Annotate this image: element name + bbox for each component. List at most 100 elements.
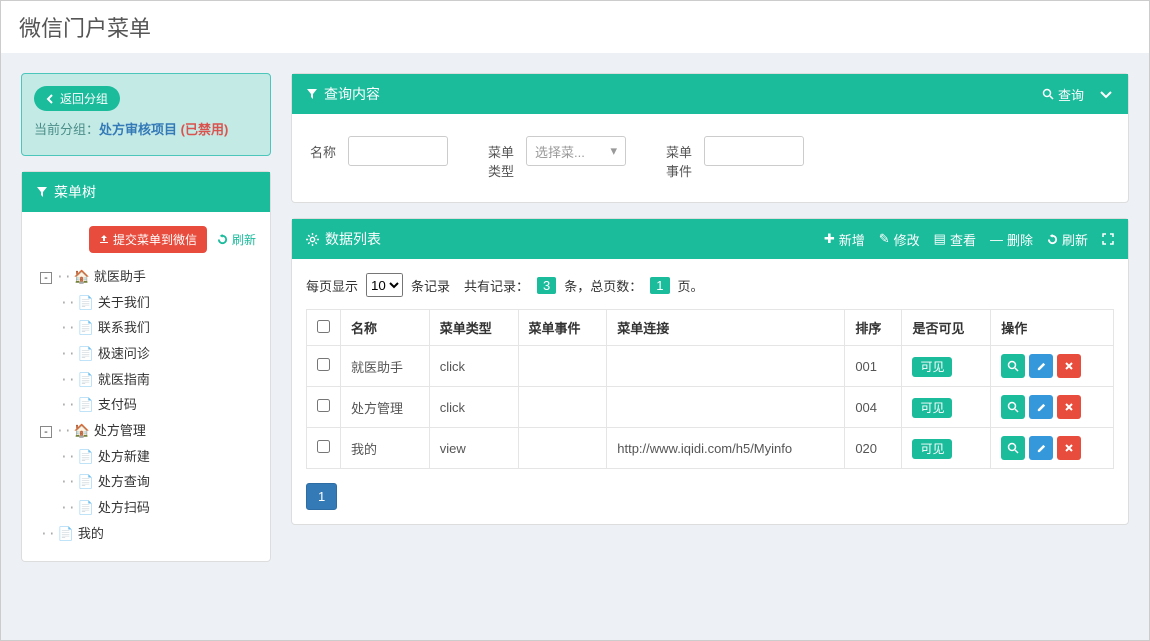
page-1-button[interactable]: 1 [306,483,337,510]
row-view-button[interactable] [1001,354,1025,378]
row-view-button[interactable] [1001,436,1025,460]
add-button[interactable]: ✚新增 [824,230,865,249]
tree-refresh-button[interactable]: 刷新 [217,231,256,248]
cell-name: 就医助手 [341,346,430,387]
arrow-left-icon [46,94,56,104]
query-button[interactable]: 查询 [1042,85,1084,104]
delete-button[interactable]: — 删除 [990,230,1033,249]
menu-tree: -··🏠就医助手··📄关于我们··📄联系我们··📄极速问诊··📄就医指南··📄支… [36,265,256,548]
tree-leaf-label: 关于我们 [98,295,150,310]
tree-node-label: 处方管理 [94,423,146,438]
select-all-checkbox[interactable] [317,320,330,333]
cell-link: http://www.iqidi.com/h5/Myinfo [607,428,845,469]
filter-panel-title: 查询内容 [324,84,380,104]
tree-leaf-label: 处方扫码 [98,500,150,515]
visible-tag: 可见 [912,398,952,418]
tree-leaf[interactable]: ··📄处方扫码 [60,496,256,522]
tree-node[interactable]: -··🏠处方管理··📄处方新建··📄处方查询··📄处方扫码 [40,419,256,522]
minus-icon: — [990,232,1003,247]
tree-leaf-label: 处方新建 [98,449,150,464]
upload-icon [99,234,109,244]
column-header: 菜单连接 [607,310,845,346]
tree-toggle-icon[interactable]: - [40,272,52,284]
file-icon: 📄 [78,449,94,464]
tree-leaf[interactable]: ··📄处方查询 [60,470,256,496]
back-to-group-button[interactable]: 返回分组 [34,86,120,111]
add-label: 新增 [839,230,865,249]
row-checkbox[interactable] [317,399,330,412]
filter-type-label: 菜单 类型 [488,136,514,180]
tree-refresh-label: 刷新 [232,231,256,248]
edit-label: 修改 [894,230,920,249]
list-refresh-button[interactable]: 刷新 [1047,230,1088,249]
row-delete-button[interactable] [1057,395,1081,419]
delete-label: 删除 [1007,230,1033,249]
file-icon: 📄 [78,500,94,515]
row-edit-button[interactable] [1029,354,1053,378]
current-group-label: 当前分组： [34,122,99,137]
row-delete-button[interactable] [1057,436,1081,460]
view-label: 查看 [950,230,976,249]
cell-event [518,346,607,387]
folder-icon: 🏠 [74,423,90,438]
table-row: 就医助手click001可见 [307,346,1114,387]
filter-event-input[interactable] [704,136,804,166]
file-icon: 📄 [78,397,94,412]
total-prefix: 共有记录： [464,276,529,295]
cell-link [607,346,845,387]
row-checkbox[interactable] [317,440,330,453]
expand-icon [1102,233,1114,245]
row-delete-button[interactable] [1057,354,1081,378]
collapse-toggle[interactable] [1098,86,1114,102]
cell-event [518,387,607,428]
tree-leaf[interactable]: ··📄联系我们 [60,316,256,342]
filter-name-label: 名称 [310,136,336,161]
cell-type: view [429,428,518,469]
query-label: 查询 [1058,85,1084,104]
file-icon: 📄 [78,474,94,489]
view-button[interactable]: ▤查看 [934,230,976,249]
cell-name: 处方管理 [341,387,430,428]
tree-node[interactable]: ··📄我的 [40,522,256,548]
tree-leaf[interactable]: ··📄处方新建 [60,445,256,471]
column-header: 菜单事件 [518,310,607,346]
group-disabled-text: (已禁用) [181,122,229,137]
per-page-select[interactable]: 10 [366,273,403,297]
row-view-button[interactable] [1001,395,1025,419]
filter-name-input[interactable] [348,136,448,166]
current-group-name: 处方审核项目 [99,122,177,137]
tree-leaf[interactable]: ··📄就医指南 [60,368,256,394]
table-row: 处方管理click004可见 [307,387,1114,428]
file-icon: 📄 [78,372,94,387]
data-table: 名称菜单类型菜单事件菜单连接排序是否可见操作 就医助手click001可见处方管… [306,309,1114,469]
list-panel: 数据列表 ✚新增 ✎修改 ▤查看 —删除 刷新 [291,218,1129,525]
submit-to-wechat-button[interactable]: 提交菜单到微信 [89,226,207,253]
tree-node[interactable]: -··🏠就医助手··📄关于我们··📄联系我们··📄极速问诊··📄就医指南··📄支… [40,265,256,419]
total-pages-badge: 1 [650,277,669,294]
tree-leaf-label: 处方查询 [98,474,150,489]
search-icon [1042,88,1054,100]
edit-button[interactable]: ✎修改 [879,230,920,249]
cell-link [607,387,845,428]
tree-node-label: 我的 [78,526,104,541]
filter-type-select[interactable]: 选择菜... ▾ [526,136,626,166]
row-edit-button[interactable] [1029,436,1053,460]
filter-icon [36,186,48,198]
refresh-icon [217,234,228,245]
folder-icon: 🏠 [74,269,90,284]
tree-leaf-label: 支付码 [98,397,137,412]
file-icon: 📄 [58,526,74,541]
group-info-box: 返回分组 当前分组：处方审核项目 (已禁用) [21,73,271,156]
per-page-suffix: 条记录 [411,276,450,295]
tree-toggle-icon[interactable]: - [40,426,52,438]
tree-leaf[interactable]: ··📄关于我们 [60,291,256,317]
plus-icon: ✚ [824,231,835,247]
tree-leaf[interactable]: ··📄支付码 [60,393,256,419]
tree-leaf[interactable]: ··📄极速问诊 [60,342,256,368]
column-header: 排序 [845,310,902,346]
row-edit-button[interactable] [1029,395,1053,419]
gear-icon [306,233,319,246]
tree-leaf-label: 就医指南 [98,372,150,387]
row-checkbox[interactable] [317,358,330,371]
fullscreen-button[interactable] [1102,233,1114,245]
